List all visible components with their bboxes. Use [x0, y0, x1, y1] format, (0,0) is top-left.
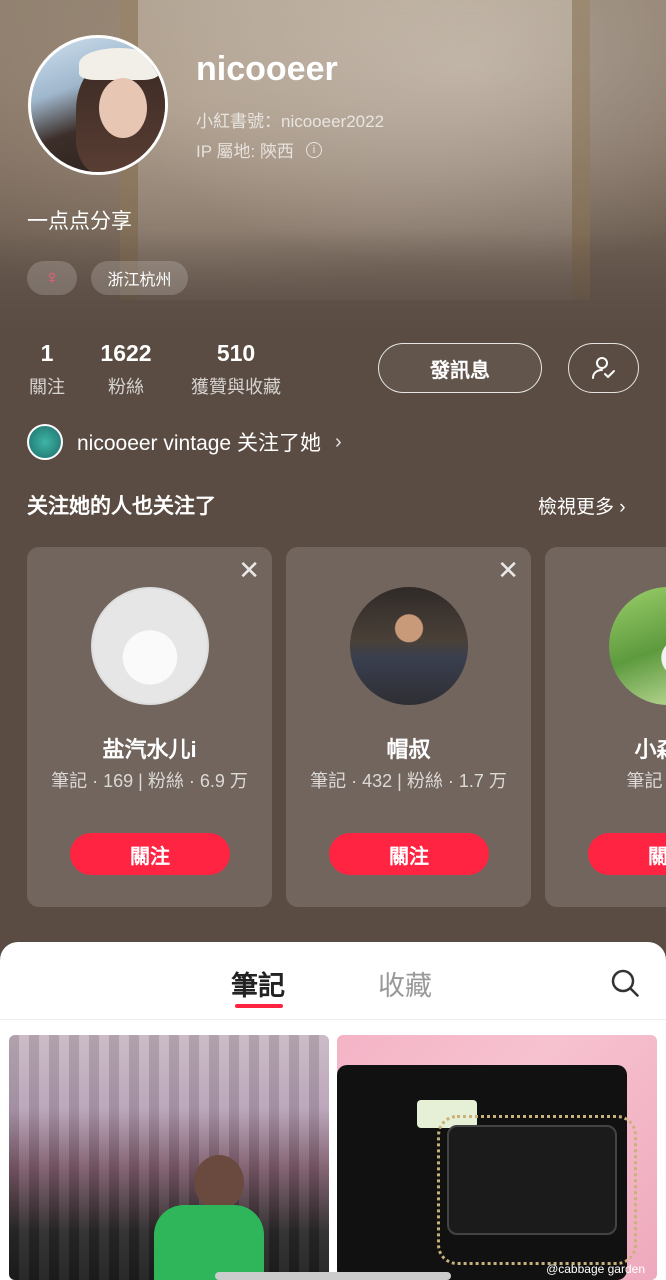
- location-tag: 浙江杭州: [91, 261, 188, 295]
- suggestion-card[interactable]: ✕ 小森林 筆記 · 287 關注: [545, 547, 666, 907]
- close-icon[interactable]: ✕: [497, 555, 519, 586]
- suggestion-avatar[interactable]: [609, 587, 666, 705]
- female-icon: ♀: [44, 266, 60, 289]
- follow-button[interactable]: 關注: [588, 833, 666, 875]
- stat-following[interactable]: 1 關注: [27, 340, 67, 399]
- suggestion-name: 帽叔: [386, 737, 431, 762]
- stat-likes-collections[interactable]: 510 獲贊與收藏: [185, 340, 287, 399]
- follow-button[interactable]: 關注: [70, 833, 230, 875]
- suggestion-cards[interactable]: ✕ 盐汽水儿i 筆記 · 169 | 粉絲 · 6.9 万 關注 ✕ 帽叔 筆記…: [27, 547, 666, 907]
- search-icon[interactable]: [608, 966, 642, 1000]
- suggestion-card[interactable]: ✕ 帽叔 筆記 · 432 | 粉絲 · 1.7 万 關注: [286, 547, 531, 907]
- suggestions-title: 关注她的人也关注了: [27, 495, 216, 518]
- mutual-avatar: [27, 424, 63, 460]
- gender-tag: ♀: [27, 261, 77, 295]
- thumb-watermark: @cabbage garden: [546, 1262, 645, 1276]
- chevron-right-icon: ›: [334, 430, 342, 453]
- close-icon[interactable]: ✕: [238, 555, 260, 586]
- mutual-follow-row[interactable]: nicooeer vintage 关注了她 ›: [27, 424, 342, 460]
- thumb-figure-head: [194, 1155, 244, 1210]
- stat-label: 獲贊與收藏: [191, 377, 281, 397]
- suggestion-meta: 筆記 · 169 | 粉絲 · 6.9 万: [51, 771, 248, 791]
- info-icon[interactable]: i: [305, 141, 322, 158]
- active-tab-indicator: [235, 1004, 283, 1008]
- mutual-text: nicooeer vintage 关注了她: [77, 432, 321, 455]
- send-message-button[interactable]: 發訊息: [378, 343, 542, 393]
- stat-value: 510: [216, 340, 256, 366]
- suggestion-avatar[interactable]: [350, 587, 468, 705]
- stat-value: 1622: [100, 340, 152, 366]
- see-more-link[interactable]: 檢視更多 ›: [538, 492, 626, 519]
- red-id: 小紅書號：nicooeer2022: [196, 112, 385, 131]
- suggestion-meta: 筆記 · 287: [626, 771, 666, 791]
- suggestion-meta: 筆記 · 432 | 粉絲 · 1.7 万: [310, 771, 507, 791]
- suggestion-name: 小森林: [634, 737, 666, 762]
- post-thumbnail[interactable]: @cabbage garden: [337, 1035, 657, 1280]
- suggestion-card[interactable]: ✕ 盐汽水儿i 筆記 · 169 | 粉絲 · 6.9 万 關注: [27, 547, 272, 907]
- suggestion-avatar[interactable]: [91, 587, 209, 705]
- followed-status-button[interactable]: [568, 343, 639, 393]
- stat-label: 關注: [29, 377, 65, 397]
- content-panel: 筆記 收藏 @cabbage garden: [0, 942, 666, 1280]
- tab-notes[interactable]: 筆記: [231, 964, 285, 1003]
- username: nicooeer: [196, 50, 338, 88]
- thumb-bag: [447, 1125, 617, 1235]
- stat-value: 1: [40, 340, 54, 366]
- stat-label: 粉絲: [108, 377, 144, 397]
- home-indicator[interactable]: [215, 1272, 451, 1280]
- tab-collections[interactable]: 收藏: [378, 964, 432, 1003]
- bio: 一点点分享: [27, 210, 132, 233]
- post-thumbnail[interactable]: [9, 1035, 329, 1280]
- content-tabs: 筆記 收藏: [0, 942, 666, 1020]
- avatar-face: [99, 78, 147, 138]
- user-check-icon: [591, 357, 615, 379]
- follow-button[interactable]: 關注: [329, 833, 489, 875]
- profile-avatar[interactable]: [28, 35, 168, 175]
- suggestion-name: 盐汽水儿i: [102, 737, 197, 762]
- avatar-hat: [79, 48, 159, 80]
- thumb-figure-body: [154, 1205, 264, 1280]
- ip-location: IP 屬地: 陝西: [196, 142, 294, 161]
- ip-location-row: IP 屬地: 陝西 i: [196, 137, 322, 162]
- stat-followers[interactable]: 1622 粉絲: [96, 340, 156, 399]
